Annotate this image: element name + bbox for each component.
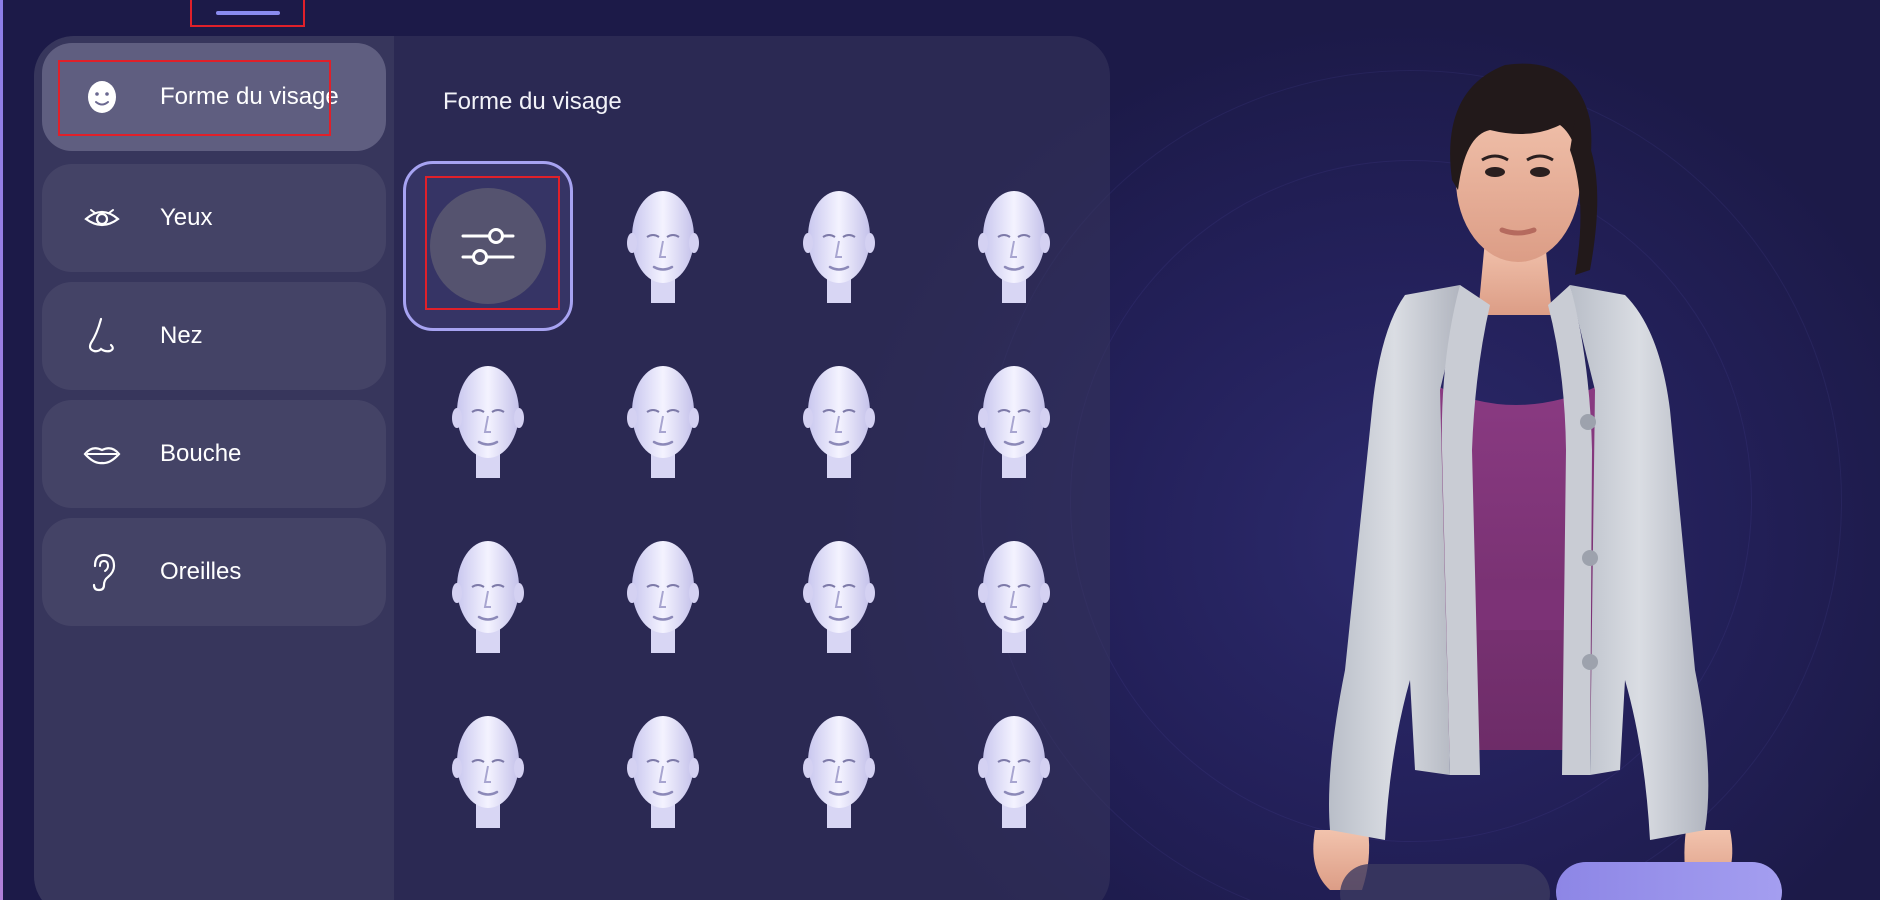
sidebar-item-label: Yeux	[160, 204, 213, 231]
face-preset-option[interactable]	[403, 336, 573, 506]
face-preset-thumbnail	[974, 185, 1054, 308]
nose-icon	[80, 314, 124, 358]
face-preset-option[interactable]	[403, 686, 573, 856]
sidebar-item-eyes[interactable]: Yeux	[42, 164, 386, 272]
sidebar-item-label: Nez	[160, 322, 203, 349]
face-preset-thumbnail	[623, 185, 703, 308]
sidebar-item-label: Oreilles	[160, 558, 242, 585]
face-preset-thumbnail	[799, 185, 879, 308]
face-preset-option[interactable]	[578, 336, 748, 506]
face-preset-option[interactable]	[754, 161, 924, 331]
sidebar-item-mouth[interactable]: Bouche	[42, 400, 386, 508]
face-preset-option[interactable]	[578, 161, 748, 331]
sidebar-item-ears[interactable]: Oreilles	[42, 518, 386, 626]
primary-button[interactable]	[1556, 862, 1782, 900]
sliders-icon	[430, 188, 546, 304]
sidebar-item-face-shape[interactable]: Forme du visage	[42, 43, 386, 151]
mouth-icon	[80, 432, 124, 476]
face-preset-thumbnail	[623, 360, 703, 483]
face-preset-thumbnail	[623, 710, 703, 833]
face-preset-option[interactable]	[929, 511, 1099, 681]
sidebar-item-label: Forme du visage	[160, 83, 339, 110]
face-preset-option[interactable]	[929, 336, 1099, 506]
face-preset-thumbnail	[799, 710, 879, 833]
face-preset-thumbnail	[974, 710, 1054, 833]
face-preset-option[interactable]	[754, 336, 924, 506]
face-preset-option[interactable]	[578, 686, 748, 856]
face-preset-option[interactable]	[403, 511, 573, 681]
window-edge	[0, 0, 3, 900]
face-preset-thumbnail	[448, 710, 528, 833]
secondary-button[interactable]	[1340, 864, 1550, 900]
eye-icon	[80, 196, 124, 240]
face-preset-option[interactable]	[754, 511, 924, 681]
face-preset-option[interactable]	[754, 686, 924, 856]
sidebar-item-label: Bouche	[160, 440, 242, 467]
face-preset-thumbnail	[448, 360, 528, 483]
section-title: Forme du visage	[443, 88, 622, 115]
sidebar-item-nose[interactable]: Nez	[42, 282, 386, 390]
face-preset-thumbnail	[974, 535, 1054, 658]
face-preset-thumbnail	[448, 535, 528, 658]
custom-face-option[interactable]	[403, 161, 573, 331]
face-preset-thumbnail	[799, 360, 879, 483]
face-preset-option[interactable]	[929, 161, 1099, 331]
face-preset-thumbnail	[974, 360, 1054, 483]
top-tab-indicator[interactable]	[216, 11, 280, 15]
face-preset-thumbnail	[623, 535, 703, 658]
face-preset-option[interactable]	[578, 511, 748, 681]
avatar-editor: Forme du visage Yeux Nez Bouche Oreilles…	[0, 0, 1880, 900]
face-preset-thumbnail	[799, 535, 879, 658]
face-preset-option[interactable]	[929, 686, 1099, 856]
face-icon	[80, 75, 124, 119]
avatar-preview	[1313, 63, 1733, 890]
ear-icon	[80, 550, 124, 594]
